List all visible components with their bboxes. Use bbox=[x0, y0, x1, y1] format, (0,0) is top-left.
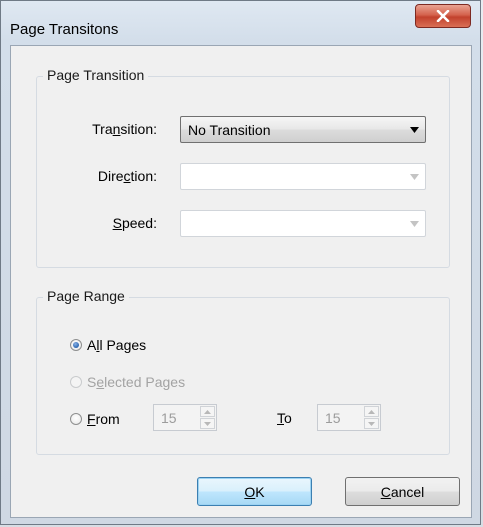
transition-dropdown-value: No Transition bbox=[188, 122, 271, 138]
page-transition-group-label: Page Transition bbox=[43, 67, 149, 83]
page-range-group: Page Range All Pages Selected Pages From… bbox=[36, 288, 450, 455]
to-spin-buttons bbox=[364, 406, 379, 429]
chevron-down-icon bbox=[410, 174, 419, 180]
radio-unchecked-icon bbox=[70, 376, 82, 388]
to-label: To bbox=[277, 410, 292, 426]
page-range-group-label: Page Range bbox=[43, 288, 129, 304]
arrow-down-icon bbox=[204, 421, 211, 426]
dialog-window: Page Transitons Page Transition Transiti… bbox=[0, 0, 481, 525]
radio-checked-icon bbox=[70, 339, 82, 351]
from-radio[interactable]: From bbox=[70, 411, 120, 427]
chevron-down-icon bbox=[410, 127, 419, 133]
speed-dropdown[interactable] bbox=[180, 210, 426, 237]
to-page-value: 15 bbox=[325, 410, 341, 426]
to-spin-up-button[interactable] bbox=[364, 406, 379, 417]
close-button[interactable] bbox=[415, 4, 471, 28]
direction-label: Direction: bbox=[97, 168, 157, 184]
from-page-value: 15 bbox=[161, 410, 177, 426]
selected-pages-label: Selected Pages bbox=[87, 374, 186, 390]
from-spin-buttons bbox=[200, 406, 215, 429]
to-spin-down-button[interactable] bbox=[364, 418, 379, 429]
ok-button[interactable]: OK bbox=[197, 477, 312, 506]
arrow-down-icon bbox=[368, 421, 375, 426]
radio-unchecked-icon bbox=[70, 413, 82, 425]
close-x-icon bbox=[436, 10, 450, 22]
to-page-stepper[interactable]: 15 bbox=[317, 404, 381, 431]
all-pages-radio[interactable]: All Pages bbox=[70, 337, 146, 353]
speed-label: Speed: bbox=[112, 215, 157, 231]
from-page-stepper[interactable]: 15 bbox=[153, 404, 217, 431]
from-label: From bbox=[87, 411, 120, 427]
arrow-up-icon bbox=[368, 409, 375, 414]
transition-label: Transition: bbox=[92, 121, 157, 137]
from-spin-up-button[interactable] bbox=[200, 406, 215, 417]
page-transition-group: Page Transition Transition: No Transitio… bbox=[36, 67, 450, 268]
title-bar[interactable]: Page Transitons bbox=[1, 1, 480, 45]
dialog-client-area: Page Transition Transition: No Transitio… bbox=[10, 45, 472, 518]
cancel-button[interactable]: Cancel bbox=[345, 477, 460, 506]
window-title: Page Transitons bbox=[10, 21, 119, 38]
chevron-down-icon bbox=[410, 221, 419, 227]
transition-dropdown[interactable]: No Transition bbox=[180, 116, 426, 143]
direction-dropdown[interactable] bbox=[180, 163, 426, 190]
selected-pages-radio[interactable]: Selected Pages bbox=[70, 374, 185, 390]
from-spin-down-button[interactable] bbox=[200, 418, 215, 429]
all-pages-label: All Pages bbox=[87, 337, 147, 353]
arrow-up-icon bbox=[204, 409, 211, 414]
